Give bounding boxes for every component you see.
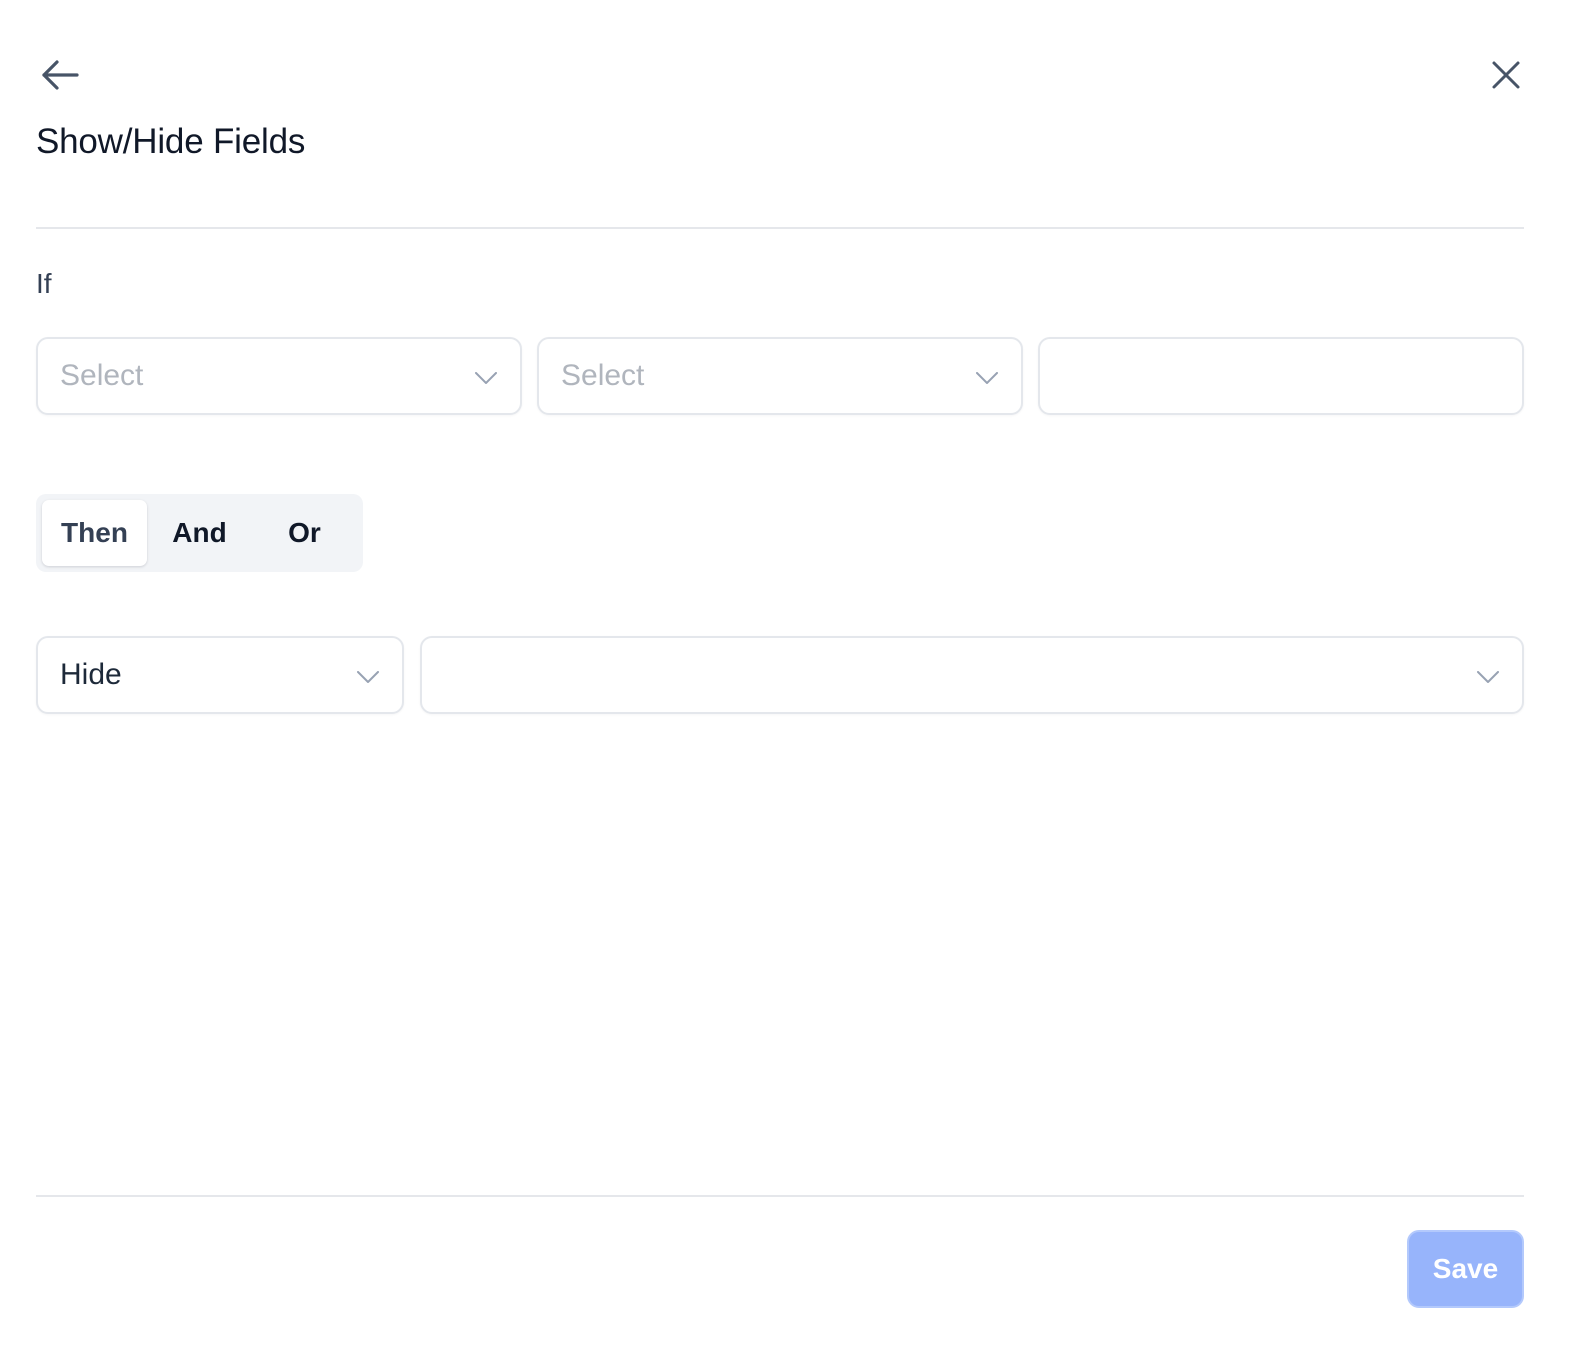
chevron-down-icon	[975, 366, 999, 390]
action-select[interactable]: Hide	[36, 636, 404, 714]
tab-then[interactable]: Then	[42, 500, 147, 566]
save-button[interactable]: Save	[1407, 1230, 1524, 1308]
condition-operator-placeholder: Select	[561, 359, 645, 392]
tab-or[interactable]: Or	[252, 500, 357, 566]
chevron-down-icon	[356, 665, 380, 689]
chevron-down-icon	[474, 366, 498, 390]
target-field-select[interactable]	[420, 636, 1524, 714]
arrow-left-icon	[42, 60, 79, 90]
chevron-down-icon	[1476, 665, 1500, 689]
header-divider	[36, 227, 1524, 229]
back-button[interactable]	[36, 51, 84, 99]
page-title: Show/Hide Fields	[36, 122, 306, 161]
tab-and[interactable]: And	[147, 500, 252, 566]
close-button[interactable]	[1482, 51, 1530, 99]
condition-field-select[interactable]: Select	[36, 337, 522, 415]
close-icon	[1492, 61, 1520, 89]
condition-operator-select[interactable]: Select	[537, 337, 1023, 415]
condition-value-input[interactable]	[1038, 337, 1524, 415]
condition-field-placeholder: Select	[60, 359, 144, 392]
action-select-value: Hide	[60, 658, 122, 691]
condition-label: If	[36, 268, 52, 299]
logic-segmented-control: Then And Or	[36, 494, 363, 572]
footer-divider	[36, 1195, 1524, 1197]
